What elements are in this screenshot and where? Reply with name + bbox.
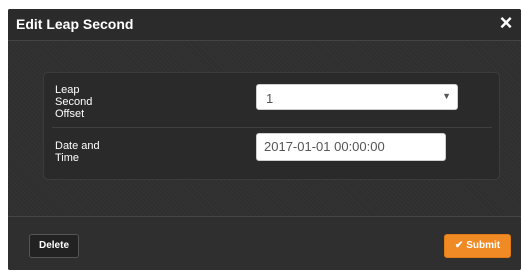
label-line: Offset (55, 108, 85, 120)
date-and-time-input[interactable]: 2017-01-01 00:00:00 (256, 133, 446, 161)
leap-second-offset-value: 1 (266, 91, 274, 106)
chevron-down-icon: ▼ (442, 91, 451, 101)
close-icon[interactable]: × (495, 10, 517, 36)
dialog-footer: Delete ✔ Submit (8, 216, 521, 270)
delete-button[interactable]: Delete (29, 234, 79, 258)
dialog-title: Edit Leap Second (16, 16, 134, 32)
leap-second-offset-select[interactable]: 1 ▼ (256, 84, 458, 110)
date-and-time-label: Date and Time (55, 140, 100, 164)
label-line: Second (55, 96, 93, 108)
submit-label: Submit (466, 240, 501, 251)
label-line: Leap (55, 84, 80, 96)
leap-second-offset-label: Leap Second Offset (55, 84, 92, 120)
edit-leap-second-dialog: Edit Leap Second × Leap Second Offset 1 … (8, 9, 521, 270)
form-panel: Leap Second Offset 1 ▼ Date and Time 201… (43, 72, 500, 180)
submit-button[interactable]: ✔ Submit (444, 234, 511, 258)
row-divider (52, 127, 492, 128)
dialog-header: Edit Leap Second × (8, 9, 521, 41)
label-line: Date and (55, 140, 100, 152)
checkmark-icon: ✔ (454, 240, 464, 251)
label-line: Time (55, 152, 80, 164)
